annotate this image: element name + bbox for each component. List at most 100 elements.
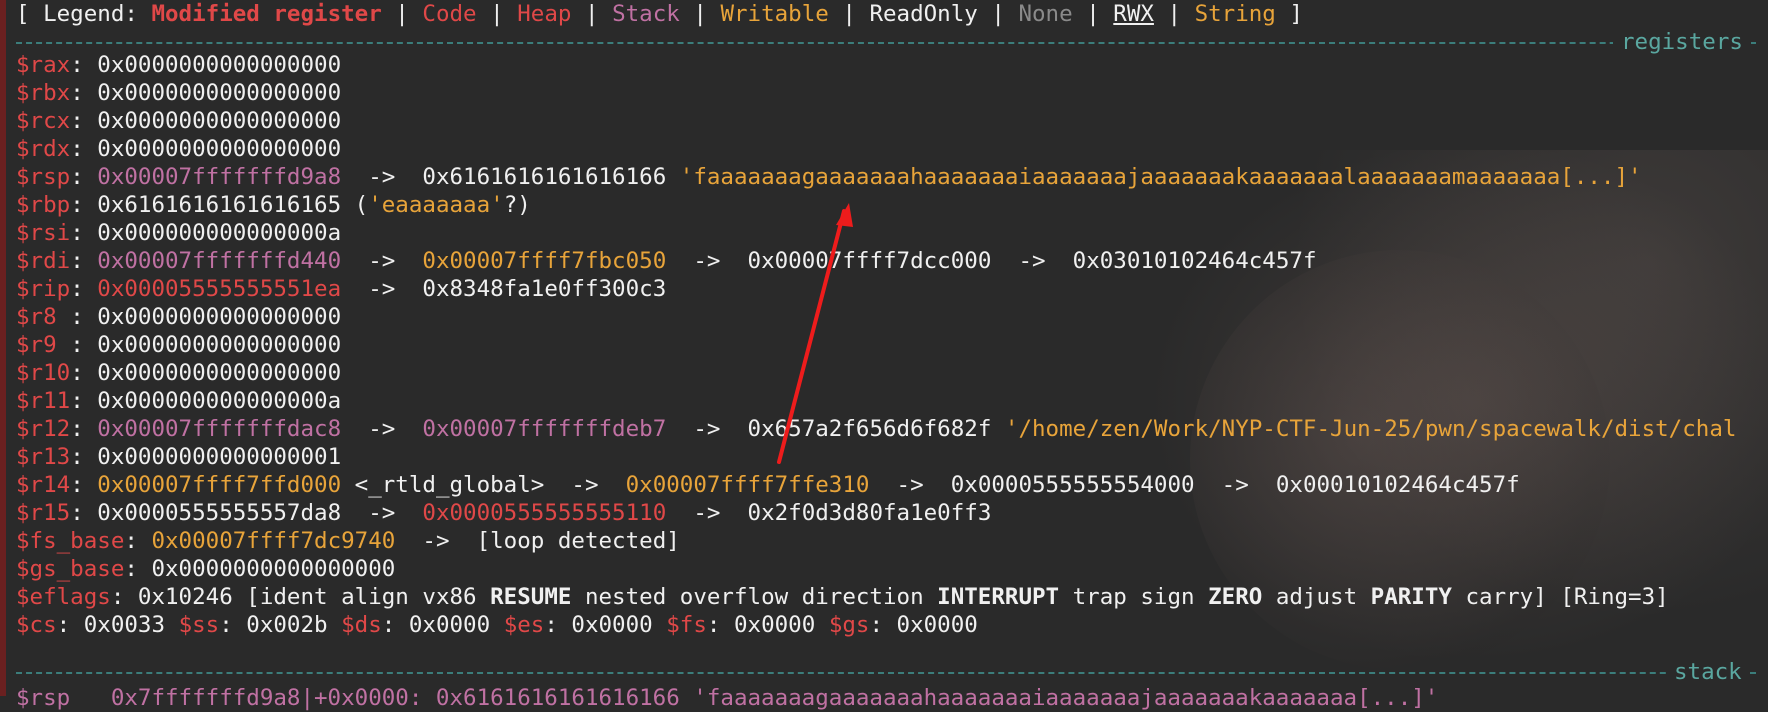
reg-name: $r11 (16, 388, 71, 414)
reg-sep: : (70, 276, 98, 302)
legend-none: None (1018, 1, 1073, 27)
register-row-rsi: $rsi: 0x000000000000000a (16, 219, 341, 247)
deref-arrow: -> (544, 472, 626, 498)
deref-value: 0x00007ffff7fbc050 (422, 248, 667, 274)
deref-arrow: -> (1194, 472, 1276, 498)
seg-name: $gs (828, 612, 870, 638)
reg-sep: : (70, 220, 98, 246)
reg-value: 0x0000000000000000 (97, 136, 342, 162)
reg-value: 0x000000000000000a (97, 388, 342, 414)
deref-value: 0x00007fffffffdeb7 (422, 416, 667, 442)
reg-sep: : (70, 472, 98, 498)
flag-set: RESUME (490, 584, 572, 610)
reg-name: $r15 (16, 500, 71, 526)
register-row-rbp: $rbp: 0x6161616161616165 ('eaaaaaaa'?) (16, 191, 531, 219)
reg-name: $rsi (16, 220, 71, 246)
string-value: 'faaaaaaagaaaaaaahaaaaaaaiaaaaaaajaaaaaa… (666, 164, 1642, 190)
seg-value: : 0x002b (219, 612, 342, 638)
register-row-rbx: $rbx: 0x0000000000000000 (16, 79, 341, 107)
legend-modified-register: Modified register (151, 1, 382, 27)
seg-name: $ds (341, 612, 382, 638)
reg-sep: : (110, 584, 138, 610)
registers-section-label: registers (1613, 28, 1751, 56)
register-row-rcx: $rcx: 0x0000000000000000 (16, 107, 341, 135)
reg-name: $rdx (16, 136, 71, 162)
deref-arrow: -> (341, 500, 423, 526)
legend-bar: | (679, 1, 721, 27)
deref-arrow: -> (666, 416, 748, 442)
legend-close: ] (1275, 1, 1303, 27)
reg-name: $r8 (16, 304, 71, 330)
reg-value: 0x0000000000000000 (97, 80, 342, 106)
deref-value: 0x00007ffff7dcc000 (747, 248, 992, 274)
seg-value: : 0x0000 (381, 612, 504, 638)
reg-name: $rbp (16, 192, 71, 218)
legend-stack: Stack (612, 1, 680, 27)
deref-value: 0x0000555555555110 (422, 500, 667, 526)
register-row-rsp: $rsp: 0x00007fffffffd9a8 -> 0x6161616161… (16, 163, 1642, 191)
flag-text: ident align vx86 (259, 584, 491, 610)
legend-bar: | (828, 1, 870, 27)
register-row-gs-base: $gs_base: 0x0000000000000000 (16, 555, 395, 583)
reg-value: 0x0000000000000000 (151, 556, 396, 582)
register-row-r10: $r10: 0x0000000000000000 (16, 359, 341, 387)
reg-sep: : (70, 444, 98, 470)
reg-name: $r14 (16, 472, 71, 498)
reg-value: 0x00007ffff7ffd000 (97, 472, 342, 498)
deref-arrow: -> (341, 248, 423, 274)
reg-name: $r10 (16, 360, 71, 386)
register-row-r11: $r11: 0x000000000000000a (16, 387, 341, 415)
stack-row-partial: $rsp 0x7fffffffd9a8|+0x0000: 0x616161616… (16, 684, 1438, 712)
legend-bar: | (1072, 1, 1114, 27)
deref-arrow: -> (991, 248, 1073, 274)
flag-text: nested overflow direction (571, 584, 938, 610)
reg-sep: : (70, 360, 98, 386)
flag-text: carry (1451, 584, 1534, 610)
string-value: '/home/zen/Work/NYP-CTF-Jun-25/pwn/space… (991, 416, 1737, 442)
loop-detected-text: [loop detected] (476, 528, 680, 554)
flags-open: [ (232, 584, 260, 610)
reg-value: 0x0000000000000000 (97, 360, 342, 386)
reg-value: 0x00007fffffffdac8 (97, 416, 342, 442)
legend-line: [ Legend: Modified register | Code | Hea… (16, 0, 1303, 28)
legend-code: Code (422, 1, 477, 27)
register-row-r8: $r8 : 0x0000000000000000 (16, 303, 341, 331)
legend-bar: | (1153, 1, 1195, 27)
reg-sep: : (70, 192, 98, 218)
reg-name: $eflags (16, 584, 111, 610)
reg-value: 0x0000000000000000 (97, 304, 342, 330)
legend-readonly: ReadOnly (869, 1, 978, 27)
deref-arrow: -> (666, 248, 748, 274)
reg-sep: : (70, 52, 98, 78)
reg-value: 0x6161616161616165 (97, 192, 342, 218)
deref-arrow: -> (341, 164, 423, 190)
seg-value: : 0x0000 (544, 612, 667, 638)
deref-arrow: -> (341, 276, 423, 302)
deref-value: 0x2f0d3d80fa1e0ff3 (747, 500, 992, 526)
seg-value: : 0x0033 (56, 612, 179, 638)
stack-row-text: $rsp 0x7fffffffd9a8|+0x0000: 0x616161616… (16, 685, 1439, 711)
reg-sep: : (70, 108, 98, 134)
register-row-rip: $rip: 0x00005555555551ea -> 0x8348fa1e0f… (16, 275, 666, 303)
seg-value: : 0x0000 (869, 612, 978, 638)
register-row-r13: $r13: 0x0000000000000001 (16, 443, 341, 471)
register-row-rdi: $rdi: 0x00007fffffffd440 -> 0x00007ffff7… (16, 247, 1317, 275)
segment-registers-row: $cs: 0x0033 $ss: 0x002b $ds: 0x0000 $es:… (16, 611, 978, 639)
flag-text: trap sign (1059, 584, 1209, 610)
reg-value: 0x0000555555557da8 (97, 500, 342, 526)
legend-string: String (1194, 1, 1276, 27)
legend-rwx: RWX (1113, 1, 1154, 27)
reg-value: 0x00005555555551ea (97, 276, 342, 302)
legend-heap: Heap (517, 1, 572, 27)
reg-value: 0x00007fffffffd440 (97, 248, 342, 274)
reg-sep: : (70, 304, 98, 330)
reg-value: 0x0000000000000000 (97, 332, 342, 358)
reg-sep: : (70, 388, 98, 414)
reg-sep: : (70, 80, 98, 106)
reg-value: 0x00007fffffffd9a8 (97, 164, 342, 190)
deref-value: 0x0000555555554000 (950, 472, 1195, 498)
register-row-rax: $rax: 0x0000000000000000 (16, 51, 341, 79)
reg-sep: : (124, 528, 152, 554)
reg-sep: : (124, 556, 152, 582)
deref-arrow: -> (666, 500, 748, 526)
